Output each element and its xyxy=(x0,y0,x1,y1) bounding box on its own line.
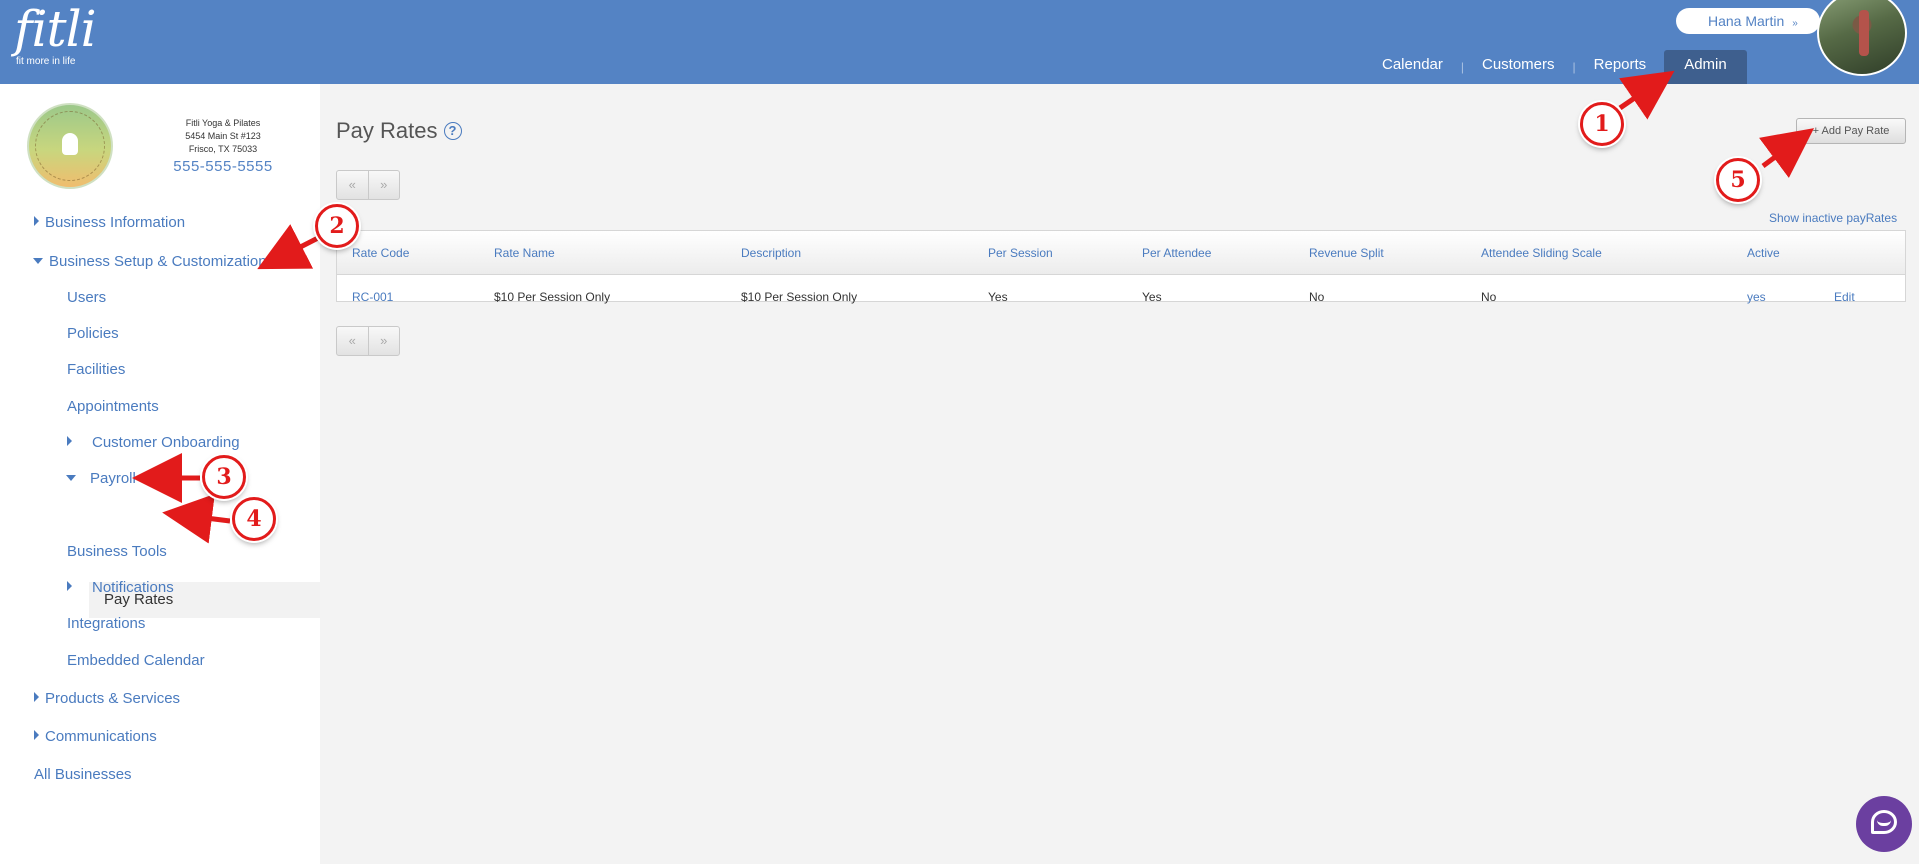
business-address-line1: 5454 Main St #123 xyxy=(185,131,261,141)
sidebar-item-products-services[interactable]: Products & Services xyxy=(34,690,180,707)
top-bar: fitli fit more in life Calendar | Custom… xyxy=(0,0,1919,84)
pager-prev-button[interactable]: « xyxy=(337,327,369,355)
sidebar: Fitli Yoga & Pilates 5454 Main St #123 F… xyxy=(0,84,320,864)
sidebar-item-communications[interactable]: Communications xyxy=(34,728,157,745)
nav-calendar[interactable]: Calendar xyxy=(1364,50,1461,84)
sidebar-item-business-tools[interactable]: Business Tools xyxy=(67,543,167,560)
table-header: Rate Code Rate Name Description Per Sess… xyxy=(337,231,1905,275)
caret-right-icon xyxy=(34,216,39,226)
show-inactive-link[interactable]: Show inactive payRates xyxy=(1769,211,1897,225)
sidebar-item-notifications[interactable]: Notifications xyxy=(67,579,174,596)
main-nav: Calendar | Customers | Reports Admin xyxy=(1364,50,1747,84)
caret-down-icon xyxy=(66,475,76,481)
add-pay-rate-button[interactable]: + Add Pay Rate xyxy=(1796,118,1906,144)
pager-top: « » xyxy=(336,170,400,200)
column-header-per-session[interactable]: Per Session xyxy=(988,246,1053,260)
annotation-badge-3: 3 xyxy=(202,455,246,499)
pay-rates-table: Rate Code Rate Name Description Per Sess… xyxy=(336,230,1906,304)
caret-right-icon xyxy=(67,436,72,446)
avatar[interactable] xyxy=(1817,0,1907,76)
sidebar-item-embedded-calendar[interactable]: Embedded Calendar xyxy=(67,652,205,669)
user-name: Hana Martin xyxy=(1708,13,1785,29)
page-title: Pay Rates? xyxy=(336,118,462,144)
column-header-rate-code[interactable]: Rate Code xyxy=(352,246,409,260)
column-header-revenue-split[interactable]: Revenue Split xyxy=(1309,246,1384,260)
pager-next-button[interactable]: » xyxy=(369,171,400,199)
sidebar-item-payroll[interactable]: Payroll xyxy=(66,470,136,487)
business-info: Fitli Yoga & Pilates 5454 Main St #123 F… xyxy=(150,117,296,174)
sidebar-item-business-information[interactable]: Business Information xyxy=(34,214,185,231)
sidebar-item-policies[interactable]: Policies xyxy=(67,325,119,342)
cell-active-toggle[interactable]: yes xyxy=(1747,290,1766,304)
business-address-line2: Frisco, TX 75033 xyxy=(188,144,258,154)
sidebar-item-users[interactable]: Users xyxy=(67,289,106,306)
cell-rate-code[interactable]: RC-001 xyxy=(352,290,393,304)
caret-right-icon xyxy=(34,692,39,702)
column-header-sliding-scale[interactable]: Attendee Sliding Scale xyxy=(1481,246,1602,260)
nav-admin[interactable]: Admin xyxy=(1664,50,1747,84)
sidebar-item-integrations[interactable]: Integrations xyxy=(67,615,145,632)
sidebar-item-business-setup[interactable]: Business Setup & Customization xyxy=(33,253,267,270)
caret-right-icon xyxy=(34,730,39,740)
cell-per-attendee: Yes xyxy=(1142,290,1162,304)
business-phone[interactable]: 555-555-5555 xyxy=(150,159,296,174)
pager-bottom: « » xyxy=(336,326,400,356)
column-header-description[interactable]: Description xyxy=(741,246,801,260)
annotation-badge-4: 4 xyxy=(232,497,276,541)
column-header-rate-name[interactable]: Rate Name xyxy=(494,246,555,260)
user-menu[interactable]: Hana Martin » xyxy=(1676,8,1820,34)
sidebar-item-facilities[interactable]: Facilities xyxy=(67,361,125,378)
nav-customers[interactable]: Customers xyxy=(1464,50,1573,84)
caret-right-icon xyxy=(67,581,72,591)
annotation-badge-5: 5 xyxy=(1716,158,1760,202)
fitli-logo[interactable]: fitli fit more in life xyxy=(14,0,97,67)
cell-per-session: Yes xyxy=(988,290,1008,304)
cell-sliding-scale: No xyxy=(1481,290,1497,304)
annotation-badge-1: 1 xyxy=(1580,102,1624,146)
logo-wordmark: fitli xyxy=(14,0,97,58)
pager-next-button[interactable]: » xyxy=(369,327,400,355)
cell-rate-name: $10 Per Session Only xyxy=(494,290,611,304)
chevron-down-icon: » xyxy=(1792,18,1798,29)
business-logo xyxy=(27,103,113,189)
help-circle-icon[interactable]: ? xyxy=(443,122,462,140)
cell-description: $10 Per Session Only xyxy=(741,290,858,304)
edit-link[interactable]: Edit xyxy=(1834,290,1855,304)
column-header-per-attendee[interactable]: Per Attendee xyxy=(1142,246,1211,260)
sidebar-item-appointments[interactable]: Appointments xyxy=(67,398,159,415)
annotation-badge-2: 2 xyxy=(315,204,359,248)
sidebar-item-all-businesses[interactable]: All Businesses xyxy=(34,766,132,783)
chat-bubble-icon[interactable] xyxy=(1856,796,1912,852)
caret-down-icon xyxy=(33,258,43,264)
pager-prev-button[interactable]: « xyxy=(337,171,369,199)
sidebar-item-customer-onboarding[interactable]: Customer Onboarding xyxy=(67,434,240,451)
nav-reports[interactable]: Reports xyxy=(1576,50,1665,84)
cell-revenue-split: No xyxy=(1309,290,1325,304)
business-name: Fitli Yoga & Pilates xyxy=(185,118,261,128)
main-content: Pay Rates? + Add Pay Rate « » Show inact… xyxy=(320,84,1919,864)
logo-tagline: fit more in life xyxy=(16,56,76,67)
column-header-active[interactable]: Active xyxy=(1747,246,1780,260)
